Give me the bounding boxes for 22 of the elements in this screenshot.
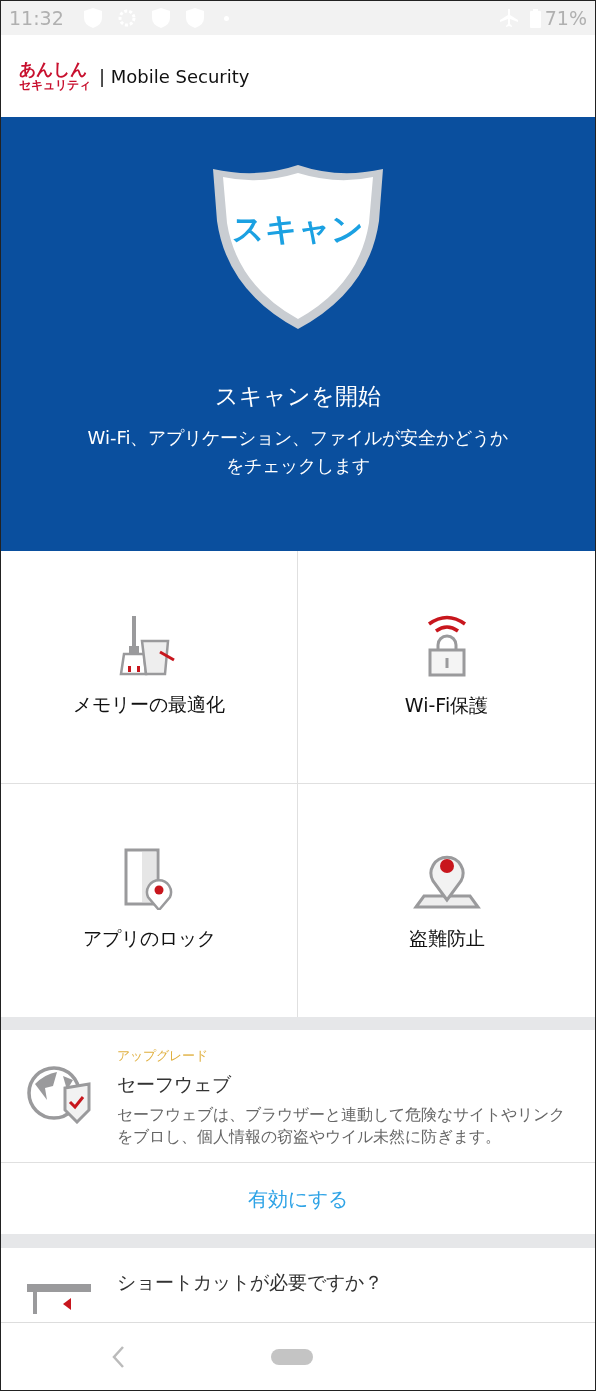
feature-tile[interactable]: 盗難防止	[298, 784, 595, 1017]
logo-text: あんしん	[19, 60, 88, 79]
card-title: ショートカットが必要ですか？	[117, 1270, 383, 1295]
card-description: セーフウェブは、ブラウザーと連動して危険なサイトやリンクをブロし、個人情報の窃盗やウイル未然に防ぎます。	[117, 1104, 566, 1148]
globe-shield-icon	[27, 1066, 91, 1124]
scan-title: スキャンを開始	[215, 382, 381, 411]
feature-tile[interactable]: メモリーの最適化	[1, 551, 298, 784]
shield-label: スキャン	[231, 209, 365, 250]
logo-text: セキュリティ	[19, 78, 91, 92]
phone-pin-icon	[124, 848, 174, 911]
battery-percent: 71%	[544, 5, 587, 31]
scan-banner[interactable]: スキャン スキャンを開始 Wi-Fi、アプリケーション、ファイルが安全かどうかをチェックします	[1, 117, 595, 551]
app-title: | Mobile Security	[99, 64, 250, 89]
wifi-padlock-icon	[426, 614, 467, 677]
upgrade-tag: アップグレード	[117, 1046, 569, 1066]
home-pill[interactable]	[271, 1348, 313, 1365]
scan-description: Wi-Fi、アプリケーション、ファイルが安全かどうかをチェックします	[86, 425, 510, 478]
feature-tile[interactable]: Wi-Fi保護	[298, 551, 595, 784]
card-title: セーフウェブ	[117, 1071, 232, 1097]
shortcut-icon	[27, 1284, 91, 1314]
clock: 11:32	[9, 5, 64, 31]
back-icon[interactable]	[111, 1344, 125, 1369]
